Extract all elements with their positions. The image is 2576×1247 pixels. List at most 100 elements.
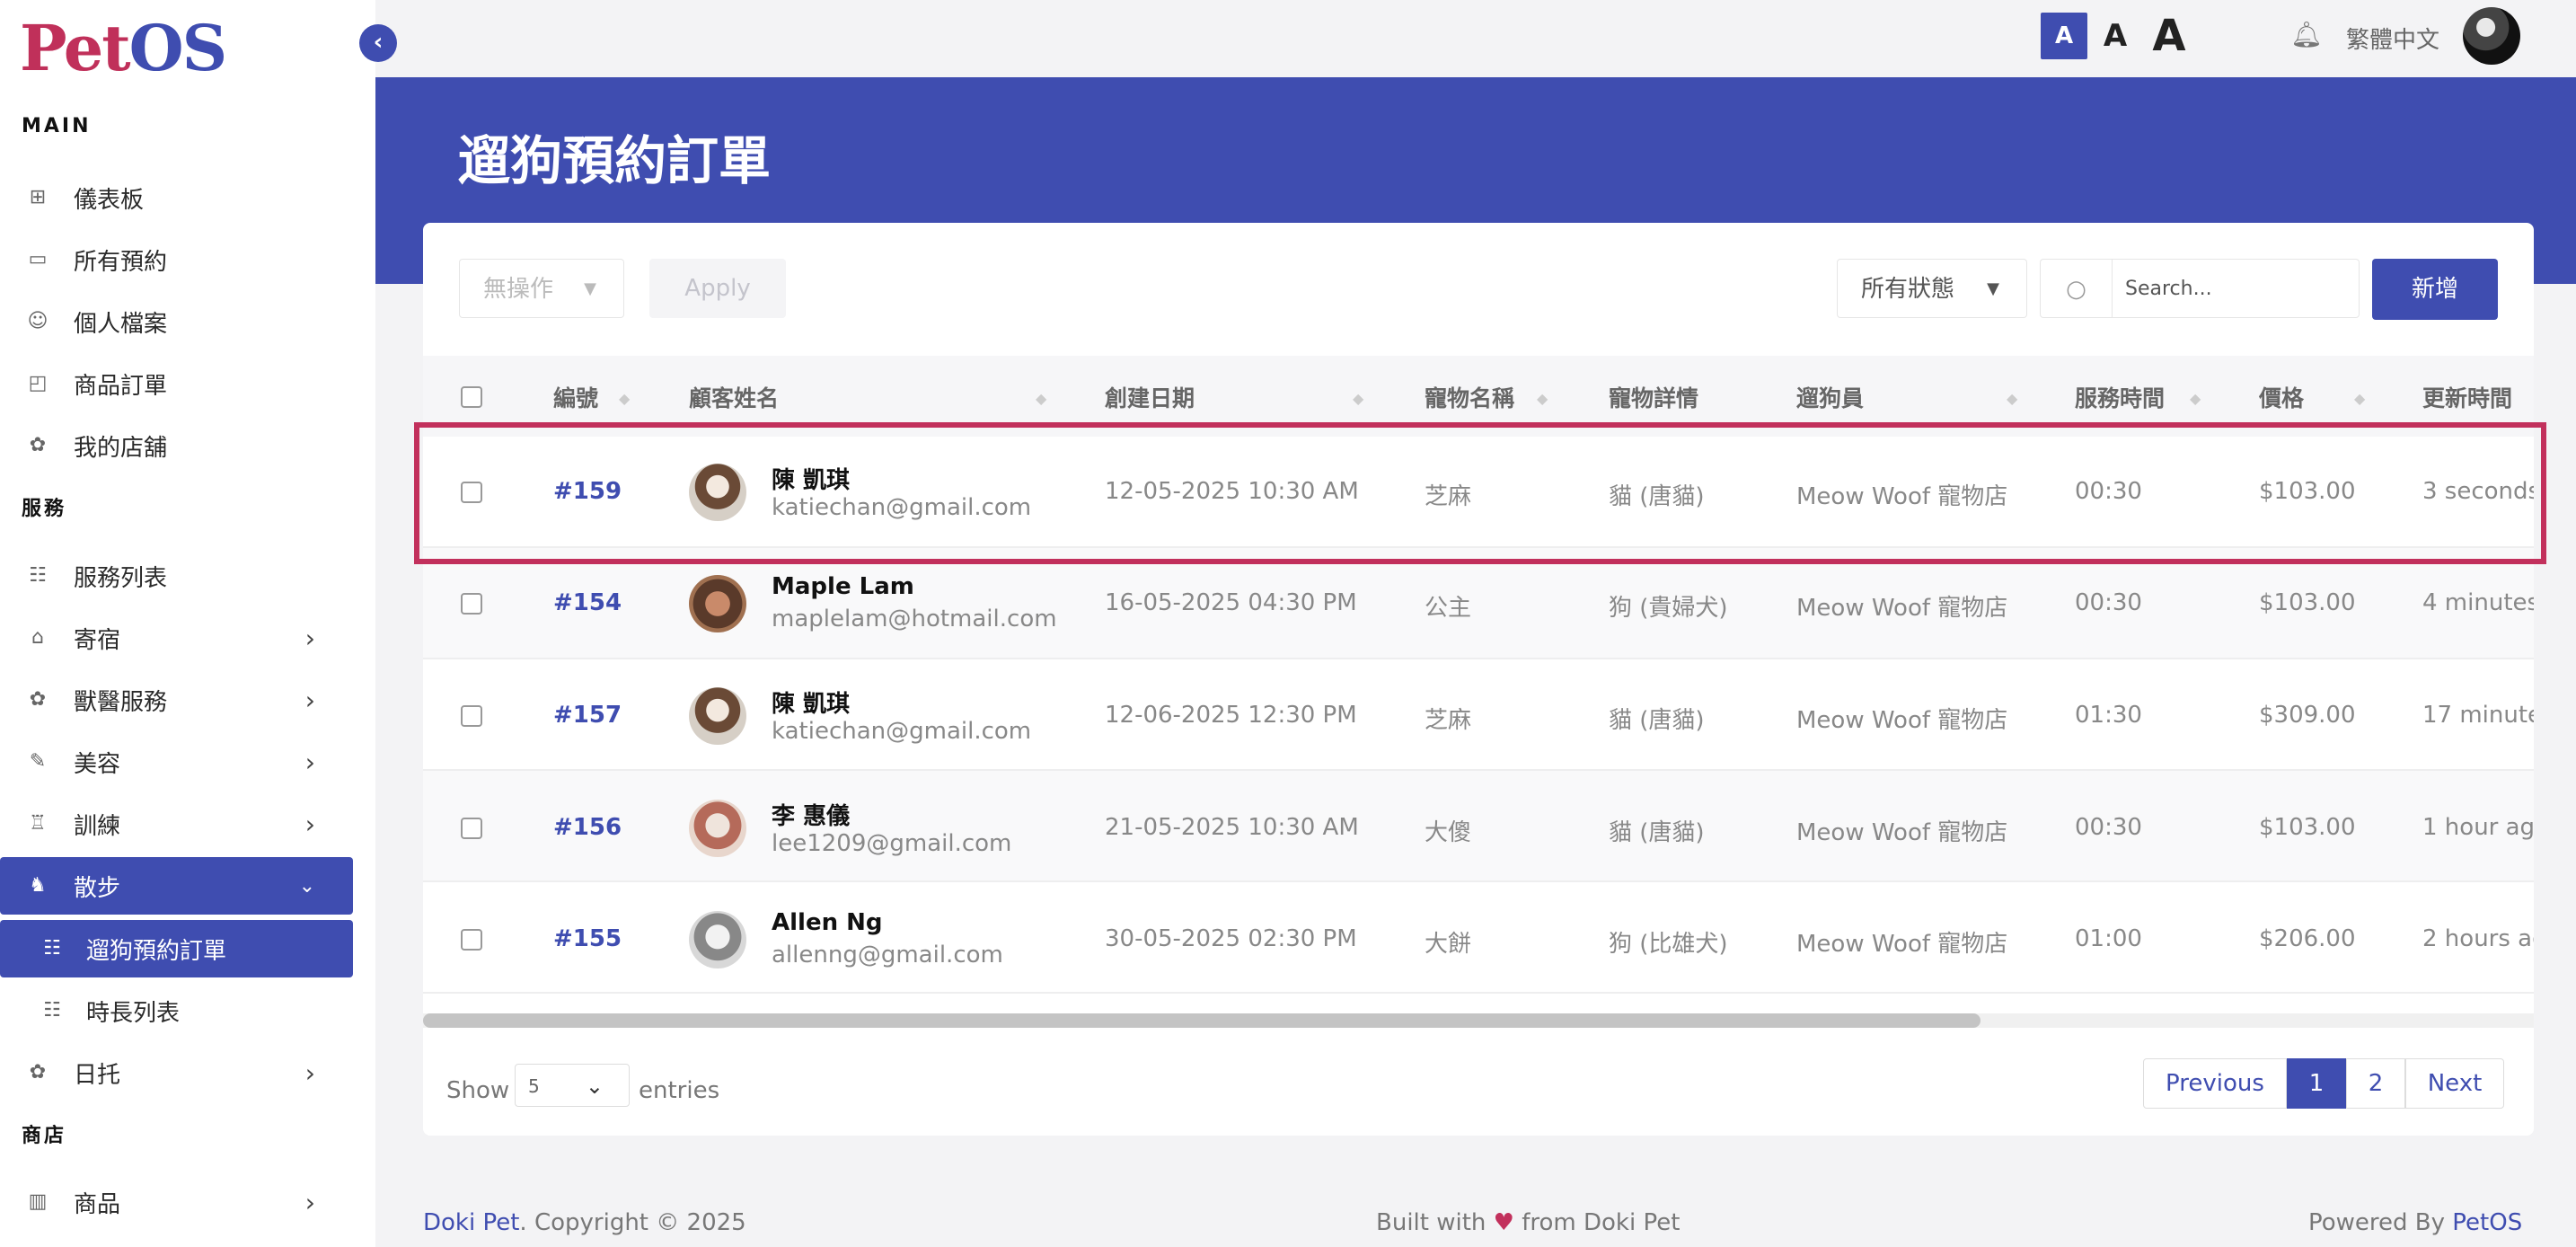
font-size-medium-button[interactable]: A xyxy=(2097,13,2133,59)
sidebar-item-label: 美容 xyxy=(74,750,121,778)
paw-icon: ✿ xyxy=(29,688,47,711)
walker: Meow Woof 寵物店 xyxy=(1796,931,2008,958)
customer-avatar xyxy=(689,687,746,745)
sidebar-item-dashboard[interactable]: ⊞ 儀表板 xyxy=(0,169,353,226)
price: $103.00 xyxy=(2259,814,2356,841)
duration: 01:30 xyxy=(2075,702,2142,729)
paw-icon: ✿ xyxy=(29,1061,47,1083)
row-checkbox[interactable] xyxy=(461,593,482,615)
chevron-right-icon: › xyxy=(304,747,315,777)
row-checkbox[interactable] xyxy=(461,929,482,951)
user-icon: ☺ xyxy=(27,310,49,332)
apply-button[interactable]: Apply xyxy=(649,259,786,318)
sidebar-item-daycare[interactable]: ✿ 日托 › xyxy=(0,1044,353,1101)
select-all-checkbox[interactable] xyxy=(461,386,482,408)
sidebar-item-walk-bookings[interactable]: ☷ 遛狗預約訂單 xyxy=(0,920,353,977)
customer-name: 李 惠儀 xyxy=(772,803,851,830)
booking-id-link[interactable]: #154 xyxy=(553,589,622,616)
duration: 00:30 xyxy=(2075,589,2142,616)
page-1-button[interactable]: 1 xyxy=(2287,1058,2346,1109)
footer-powered-link[interactable]: PetOS xyxy=(2452,1209,2522,1236)
font-size-large-button[interactable]: A xyxy=(2147,13,2192,59)
sidebar-item-boarding[interactable]: ⌂ 寄宿 › xyxy=(0,609,353,667)
logo-part-os: OS xyxy=(128,11,228,85)
footer-brand-link[interactable]: Doki Pet xyxy=(423,1209,519,1236)
language-selector[interactable]: 繁體中文 xyxy=(2346,22,2439,55)
sidebar-item-product-orders[interactable]: ◰ 商品訂單 xyxy=(0,355,353,412)
sidebar-collapse-button[interactable]: ‹ xyxy=(359,24,397,62)
footer-powered-pre: Powered By xyxy=(2308,1209,2446,1236)
chevron-right-icon: › xyxy=(304,1057,315,1088)
heart-icon: ♥ xyxy=(1493,1209,1514,1236)
customer-avatar xyxy=(689,911,746,968)
sidebar-item-my-store[interactable]: ✿ 我的店舖 xyxy=(0,417,353,474)
row-checkbox[interactable] xyxy=(461,705,482,727)
sidebar-item-products[interactable]: ▥ 商品 › xyxy=(0,1173,353,1231)
previous-page-button[interactable]: Previous xyxy=(2143,1058,2287,1109)
bell-icon[interactable]: 🔔︎ xyxy=(2290,20,2323,49)
pet-name: 芝麻 xyxy=(1425,707,1472,734)
sidebar-item-all-bookings[interactable]: ▭ 所有預約 xyxy=(0,231,353,288)
search-input[interactable] xyxy=(2112,259,2360,318)
row-checkbox[interactable] xyxy=(461,818,482,839)
chevron-left-icon: ‹ xyxy=(373,29,384,56)
sidebar-item-grooming[interactable]: ✎ 美容 › xyxy=(0,733,353,791)
sidebar-item-vet[interactable]: ✿ 獸醫服務 › xyxy=(0,671,353,729)
customer-avatar xyxy=(689,800,746,857)
section-services: 服務 xyxy=(22,498,67,520)
updated-time: 17 minutes xyxy=(2422,702,2534,729)
add-button[interactable]: 新增 xyxy=(2372,259,2498,320)
walker: Meow Woof 寵物店 xyxy=(1796,707,2008,734)
app-logo[interactable]: PetOS xyxy=(20,11,228,85)
paw-icon: ✿ xyxy=(29,434,47,456)
customer-email: katiechan@gmail.com xyxy=(772,718,1032,745)
sidebar-item-label: 商品 xyxy=(74,1190,121,1218)
booking-id-link[interactable]: #156 xyxy=(553,814,622,841)
pet-detail: 狗 (貴婦犬) xyxy=(1609,595,1728,622)
page-2-button[interactable]: 2 xyxy=(2346,1058,2405,1109)
entries-select[interactable]: 5 ⌄ xyxy=(515,1064,630,1107)
bulk-action-select[interactable]: 無操作 ▼ xyxy=(459,259,624,318)
price: $309.00 xyxy=(2259,702,2356,729)
font-size-small-button[interactable]: A xyxy=(2041,13,2087,59)
bulk-action-value: 無操作 xyxy=(483,276,554,303)
sidebar-item-label: 我的店舖 xyxy=(74,434,168,462)
caret-down-icon: ▼ xyxy=(584,279,596,298)
next-page-button[interactable]: Next xyxy=(2405,1058,2504,1109)
pet-detail: 狗 (比雄犬) xyxy=(1609,931,1728,958)
sidebar-item-label: 寄宿 xyxy=(74,626,121,654)
pet-detail: 貓 (唐貓) xyxy=(1609,707,1705,734)
bag-icon: ◰ xyxy=(28,372,48,394)
status-filter-select[interactable]: 所有狀態 ▼ xyxy=(1837,259,2027,318)
footer-copyright-text: . Copyright © 2025 xyxy=(519,1209,746,1236)
sidebar: PetOS MAIN ⊞ 儀表板 ▭ 所有預約 ☺ 個人檔案 ◰ 商品訂單 ✿ 我的店舖 … xyxy=(0,0,375,1247)
walker: Meow Woof 寵物店 xyxy=(1796,819,2008,846)
pet-detail: 貓 (唐貓) xyxy=(1609,819,1705,846)
section-shop: 商店 xyxy=(22,1125,67,1147)
bookings-card: 無操作▼ Apply 所有狀態▼ ○ 新增 編號 ◆ 顧客姓名 ◆ 創建日期 ◆… xyxy=(423,223,2534,1136)
brush-icon: ✎ xyxy=(29,750,47,773)
sidebar-item-training[interactable]: ♖ 訓練 › xyxy=(0,795,353,853)
chevron-right-icon: › xyxy=(304,623,315,653)
sidebar-item-label: 所有預約 xyxy=(74,248,168,276)
store-icon: ▥ xyxy=(28,1190,48,1213)
sidebar-item-label: 遛狗預約訂單 xyxy=(86,937,227,965)
booking-id-link[interactable]: #155 xyxy=(553,925,622,952)
horizontal-scrollbar-thumb[interactable] xyxy=(423,1013,1981,1028)
customer-name: Allen Ng xyxy=(772,909,883,936)
walker: Meow Woof 寵物店 xyxy=(1796,595,2008,622)
sidebar-item-walking[interactable]: ♞ 散步 ⌄ xyxy=(0,857,353,915)
sidebar-item-label: 獸醫服務 xyxy=(74,688,168,716)
chevron-right-icon: › xyxy=(304,685,315,715)
caret-down-icon: ▼ xyxy=(1987,279,1999,298)
footer-built-pre: Built with xyxy=(1376,1209,1486,1236)
section-main: MAIN xyxy=(22,115,92,137)
sidebar-item-service-list[interactable]: ☷ 服務列表 xyxy=(0,547,353,605)
training-icon: ♖ xyxy=(29,812,47,835)
price: $103.00 xyxy=(2259,589,2356,616)
booking-id-link[interactable]: #157 xyxy=(553,702,622,729)
customer-name: 陳 凱琪 xyxy=(772,691,851,718)
user-avatar[interactable] xyxy=(2463,7,2520,65)
sidebar-item-profile[interactable]: ☺ 個人檔案 xyxy=(0,293,353,350)
sidebar-item-duration-list[interactable]: ☷ 時長列表 xyxy=(0,982,353,1039)
